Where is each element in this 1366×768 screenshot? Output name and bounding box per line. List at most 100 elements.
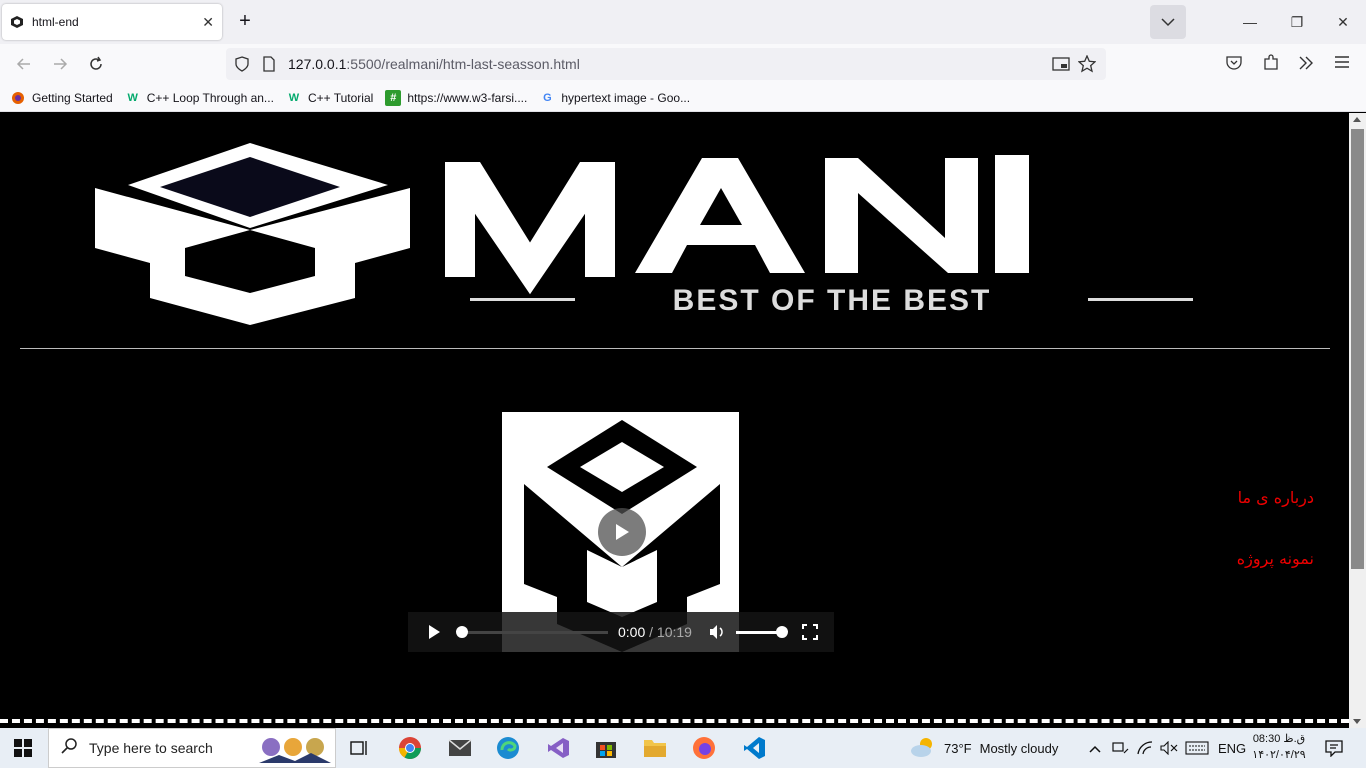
fullscreen-icon	[802, 624, 818, 640]
mute-button[interactable]	[708, 623, 726, 646]
mani-logo-image: BEST OF THE BEST	[95, 143, 1193, 325]
bookmark-label: Getting Started	[32, 90, 113, 105]
bookmark-getting-started[interactable]: Getting Started	[10, 90, 113, 106]
chevron-up-icon	[1089, 741, 1101, 756]
page-icon[interactable]	[262, 56, 276, 77]
dashed-divider	[0, 719, 1349, 723]
volume-handle[interactable]	[776, 626, 788, 638]
notifications-icon[interactable]	[1320, 734, 1348, 762]
navigation-bar: 127.0.0.1:5500/realmani/htm-last-seasson…	[0, 44, 1366, 84]
windows-start-button[interactable]	[14, 739, 32, 762]
extensions-icon[interactable]	[1262, 54, 1280, 77]
visual-studio-icon[interactable]	[544, 734, 572, 762]
tab-bar: html-end ✕ + — ❐ ✕	[0, 0, 1366, 44]
input-language[interactable]: ENG	[1218, 728, 1246, 768]
chrome-icon[interactable]	[396, 734, 424, 762]
list-tabs-button[interactable]	[1150, 5, 1186, 39]
arrow-right-icon	[54, 58, 68, 70]
volume-muted-icon[interactable]	[1160, 728, 1178, 768]
bookmarks-toolbar: Getting Started W C++ Loop Through an...…	[0, 84, 1366, 112]
network-ethernet-icon[interactable]	[1111, 728, 1129, 768]
scrollbar-thumb[interactable]	[1351, 129, 1364, 569]
url-host: 127.0.0.1	[288, 56, 347, 72]
google-icon: G	[543, 91, 552, 104]
bookmark-star-icon[interactable]	[1077, 54, 1097, 78]
vscode-icon[interactable]	[740, 734, 768, 762]
edge-icon[interactable]	[494, 734, 522, 762]
search-placeholder: Type here to search	[89, 740, 213, 756]
big-play-button[interactable]	[598, 508, 646, 556]
browser-tab[interactable]: html-end ✕	[2, 4, 222, 40]
about-us-link[interactable]: درباره ی ما	[1238, 488, 1314, 507]
site-logo-icon	[10, 15, 24, 29]
bookmark-label: C++ Tutorial	[307, 90, 374, 105]
back-button[interactable]	[12, 52, 36, 76]
firefox-taskbar-icon[interactable]	[690, 734, 718, 762]
forward-button[interactable]	[48, 52, 72, 76]
scroll-up-icon[interactable]	[1353, 117, 1361, 122]
url-text[interactable]: 127.0.0.1:5500/realmani/htm-last-seasson…	[288, 56, 580, 72]
fullscreen-button[interactable]	[802, 624, 818, 645]
mani-logo-banner: BEST OF THE BEST	[90, 133, 1230, 333]
weather-condition: Mostly cloudy	[979, 740, 1059, 756]
play-icon	[616, 524, 629, 540]
pocket-icon[interactable]	[1225, 54, 1243, 77]
play-icon	[429, 625, 440, 639]
minimize-button[interactable]: —	[1238, 10, 1262, 34]
reload-button[interactable]	[84, 52, 108, 76]
tab-title: html-end	[32, 15, 79, 29]
microsoft-store-icon[interactable]	[592, 734, 620, 762]
hamburger-menu-icon[interactable]	[1334, 54, 1350, 75]
current-time: 0:00	[618, 624, 646, 640]
taskbar-clock[interactable]: 08:30 ق.ظ ۱۴۰۲/۰۴/۲۹	[1248, 731, 1310, 763]
bookmark-label: C++ Loop Through an...	[146, 90, 274, 105]
video-player[interactable]: 0:00 / 10:19	[408, 412, 834, 652]
keyboard-icon[interactable]	[1185, 728, 1209, 768]
volume-icon	[710, 625, 723, 639]
restore-button[interactable]: ❐	[1285, 10, 1309, 34]
file-explorer-icon[interactable]	[641, 734, 669, 762]
bookmark-label: hypertext image - Goo...	[561, 90, 691, 105]
arrow-left-icon	[16, 58, 30, 70]
scroll-down-icon[interactable]	[1353, 719, 1361, 724]
new-tab-button[interactable]: +	[234, 10, 256, 32]
play-button[interactable]	[426, 624, 442, 645]
reload-icon	[90, 56, 102, 70]
w3farsi-icon: #	[385, 89, 402, 106]
w3schools-icon: W	[288, 91, 300, 104]
chevron-down-icon	[1161, 18, 1175, 27]
seek-handle[interactable]	[456, 626, 468, 638]
close-tab-icon[interactable]: ✕	[202, 14, 214, 31]
windows-logo-icon	[14, 739, 32, 757]
page-content: BEST OF THE BEST 0:00 / 10:19 درباره ی م…	[0, 113, 1349, 728]
seek-track[interactable]	[460, 631, 608, 634]
url-bar[interactable]: 127.0.0.1:5500/realmani/htm-last-seasson…	[226, 48, 1106, 80]
clock-time: 08:30 ق.ظ	[1252, 733, 1306, 745]
picture-in-picture-icon[interactable]	[1052, 56, 1070, 77]
search-highlight-icon	[259, 735, 331, 763]
url-path: :5500/realmani/htm-last-seasson.html	[346, 56, 580, 72]
bookmark-google-search[interactable]: G hypertext image - Goo...	[539, 90, 690, 106]
task-view-icon[interactable]	[346, 734, 374, 762]
bookmark-cpp-loop[interactable]: W C++ Loop Through an...	[125, 90, 274, 106]
bookmark-cpp-tutorial[interactable]: W C++ Tutorial	[286, 90, 374, 106]
shield-icon[interactable]	[234, 56, 250, 77]
weather-widget[interactable]: 73°F Mostly cloudy	[910, 728, 1058, 768]
window-close-button[interactable]: ✕	[1331, 10, 1355, 34]
duration: / 10:19	[645, 624, 692, 640]
cloud-sun-icon	[910, 736, 936, 761]
search-icon	[61, 737, 79, 760]
bookmark-w3-farsi[interactable]: # https://www.w3-farsi....	[385, 89, 527, 106]
overflow-chevrons-icon[interactable]	[1297, 54, 1315, 77]
wifi-icon[interactable]	[1137, 728, 1153, 768]
windows-taskbar: Type here to search 73°F Mostly cloudy E…	[0, 728, 1366, 768]
horizontal-divider	[20, 348, 1330, 349]
clock-date: ۱۴۰۲/۰۴/۲۹	[1252, 749, 1306, 761]
weather-temp: 73°F	[944, 740, 972, 756]
show-hidden-icons-button[interactable]	[1089, 728, 1101, 768]
taskbar-search-box[interactable]: Type here to search	[48, 728, 336, 768]
page-scrollbar[interactable]	[1349, 113, 1366, 728]
sample-projects-link[interactable]: نمونه پروژه	[1237, 549, 1314, 568]
mail-icon[interactable]	[446, 734, 474, 762]
w3schools-icon: W	[127, 91, 138, 104]
